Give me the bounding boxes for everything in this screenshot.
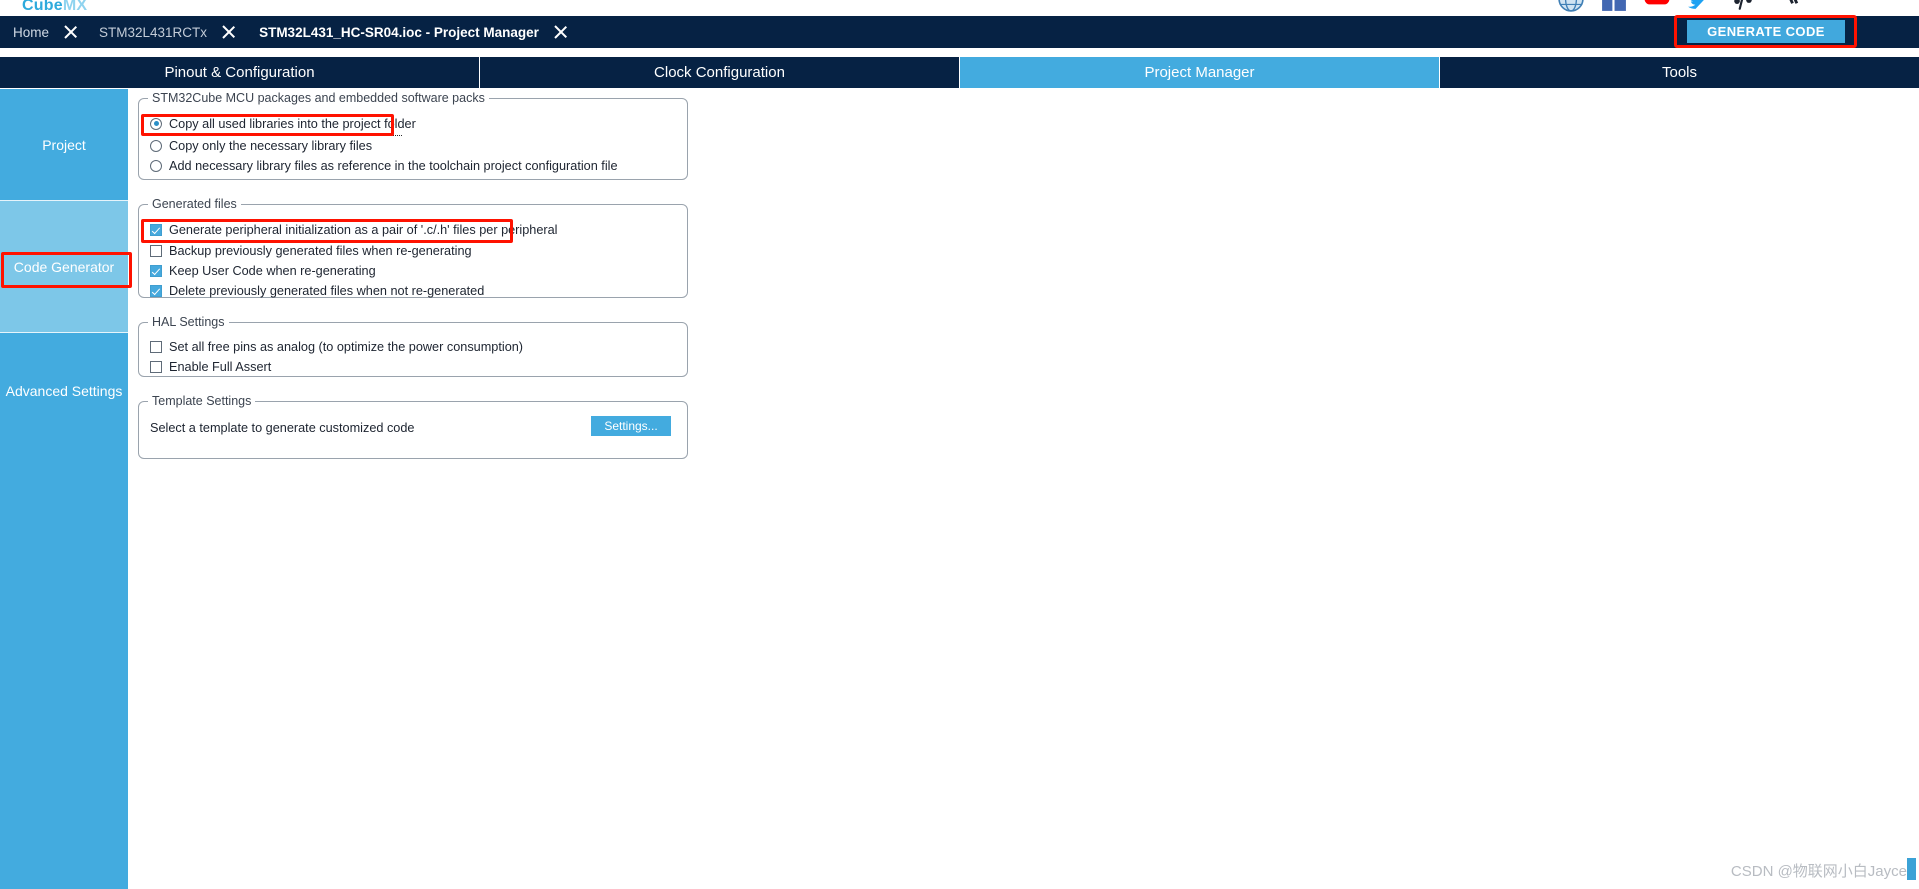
breadcrumb: Home STM32L431RCTx STM32L431_HC-SR04.ioc…	[0, 16, 1919, 48]
checkbox-set-free-pins-analog[interactable]: Set all free pins as analog (to optimize…	[150, 338, 523, 355]
option-label: Backup previously generated files when r…	[169, 243, 472, 258]
chevron-right-icon-2	[221, 16, 247, 48]
radio-add-library-as-reference[interactable]: Add necessary library files as reference…	[150, 157, 618, 174]
globe-icon[interactable]	[1558, 0, 1584, 12]
group-legend: Generated files	[148, 197, 241, 211]
main-tab-bar: Pinout & Configuration Clock Configurati…	[0, 57, 1919, 88]
option-label: Enable Full Assert	[169, 359, 272, 374]
option-label: Copy only the necessary library files	[169, 138, 373, 153]
option-label: Keep User Code when re-generating	[169, 263, 376, 278]
app-logo: CubeMX	[22, 0, 87, 15]
youtube-icon[interactable]	[1644, 0, 1670, 12]
checkbox-icon[interactable]	[150, 340, 162, 353]
checkbox-icon[interactable]	[150, 264, 162, 277]
watermark-text: CSDN @物联网小白Jayce	[1730, 863, 1907, 880]
tab-label: Tools	[1661, 64, 1698, 81]
tab-label: Pinout & Configuration	[164, 64, 315, 81]
group-generated-files: Generated files Generate peripheral init…	[138, 197, 688, 299]
group-mcu-packages: STM32Cube MCU packages and embedded soft…	[138, 91, 688, 180]
sidebar-item-code-generator[interactable]: Code Generator	[0, 200, 128, 332]
group-template-settings: Template Settings Select a template to g…	[138, 394, 688, 459]
project-manager-sidebar: Project Code Generator Advanced Settings	[0, 88, 132, 889]
template-description: Select a template to generate customized…	[150, 421, 415, 435]
group-hal-settings: HAL Settings Set all free pins as analog…	[138, 315, 688, 377]
tab-project-manager[interactable]: Project Manager	[960, 57, 1440, 88]
focus-underline	[152, 134, 402, 136]
tab-tools[interactable]: Tools	[1440, 57, 1919, 88]
breadcrumb-home-label: Home	[13, 24, 50, 40]
template-settings-button[interactable]: Settings...	[591, 416, 671, 436]
tab-pinout-configuration[interactable]: Pinout & Configuration	[0, 57, 480, 88]
logo-cube-text: Cube	[22, 0, 63, 14]
breadcrumb-item-device[interactable]: STM32L431RCTx	[89, 16, 221, 48]
sidebar-item-advanced-settings[interactable]: Advanced Settings	[0, 332, 128, 448]
checkbox-icon[interactable]	[150, 360, 162, 373]
checkbox-keep-user-code[interactable]: Keep User Code when re-generating	[150, 262, 376, 279]
social-icon-strip	[0, 0, 1919, 16]
sidebar-filler	[0, 448, 128, 889]
chevron-right-icon-1	[63, 16, 89, 48]
checkbox-generate-peripheral-init[interactable]: Generate peripheral initialization as a …	[150, 221, 558, 238]
code-generator-panel: STM32Cube MCU packages and embedded soft…	[128, 88, 1919, 889]
radio-copy-necessary-libraries[interactable]: Copy only the necessary library files	[150, 137, 372, 154]
breadcrumb-item-home[interactable]: Home	[0, 16, 63, 48]
ios-apple-icon[interactable]	[1730, 0, 1756, 12]
generate-code-button[interactable]: GENERATE CODE	[1687, 20, 1845, 43]
option-label: Generate peripheral initialization as a …	[169, 222, 558, 237]
checkbox-icon[interactable]	[150, 223, 162, 236]
chevron-right-icon-3	[553, 16, 579, 48]
checkbox-delete-previously-generated[interactable]: Delete previously generated files when n…	[150, 282, 484, 299]
tab-label: Project Manager	[1144, 64, 1255, 81]
group-legend: STM32Cube MCU packages and embedded soft…	[148, 91, 489, 105]
group-legend: Template Settings	[148, 394, 256, 408]
breadcrumb-current-label: STM32L431_HC-SR04.ioc - Project Manager	[259, 24, 539, 40]
watermark-marker	[1907, 858, 1916, 880]
group-legend: HAL Settings	[148, 315, 229, 329]
sidebar-item-label: Advanced Settings	[5, 382, 123, 399]
tab-clock-configuration[interactable]: Clock Configuration	[480, 57, 960, 88]
facebook-icon[interactable]	[1601, 0, 1627, 12]
tab-label: Clock Configuration	[654, 64, 785, 81]
logo-mx-text: MX	[62, 0, 88, 14]
checkbox-icon[interactable]	[150, 244, 162, 257]
checkbox-icon[interactable]	[150, 284, 162, 297]
radio-copy-all-libraries[interactable]: Copy all used libraries into the project…	[150, 115, 416, 132]
option-label: Copy all used libraries into the project…	[169, 116, 416, 131]
checkbox-backup-previously-generated[interactable]: Backup previously generated files when r…	[150, 242, 472, 259]
cubemx-window: CubeMX Home STM32L431RCTx STM32L431_HC-S…	[0, 0, 1919, 889]
twitter-icon[interactable]	[1687, 0, 1713, 12]
checkbox-enable-full-assert[interactable]: Enable Full Assert	[150, 358, 271, 375]
breadcrumb-item-current[interactable]: STM32L431_HC-SR04.ioc - Project Manager	[247, 16, 553, 48]
radio-icon[interactable]	[150, 139, 162, 152]
breadcrumb-device-label: STM32L431RCTx	[99, 24, 208, 40]
radio-icon[interactable]	[150, 159, 162, 172]
android-icon[interactable]	[1773, 0, 1799, 12]
sidebar-item-label: Code Generator	[13, 258, 115, 275]
option-label: Set all free pins as analog (to optimize…	[169, 339, 524, 354]
sidebar-item-label: Project	[42, 136, 86, 153]
sidebar-item-project[interactable]: Project	[0, 89, 128, 200]
option-label: Add necessary library files as reference…	[169, 158, 618, 173]
radio-icon[interactable]	[150, 117, 162, 130]
option-label: Delete previously generated files when n…	[169, 283, 485, 298]
